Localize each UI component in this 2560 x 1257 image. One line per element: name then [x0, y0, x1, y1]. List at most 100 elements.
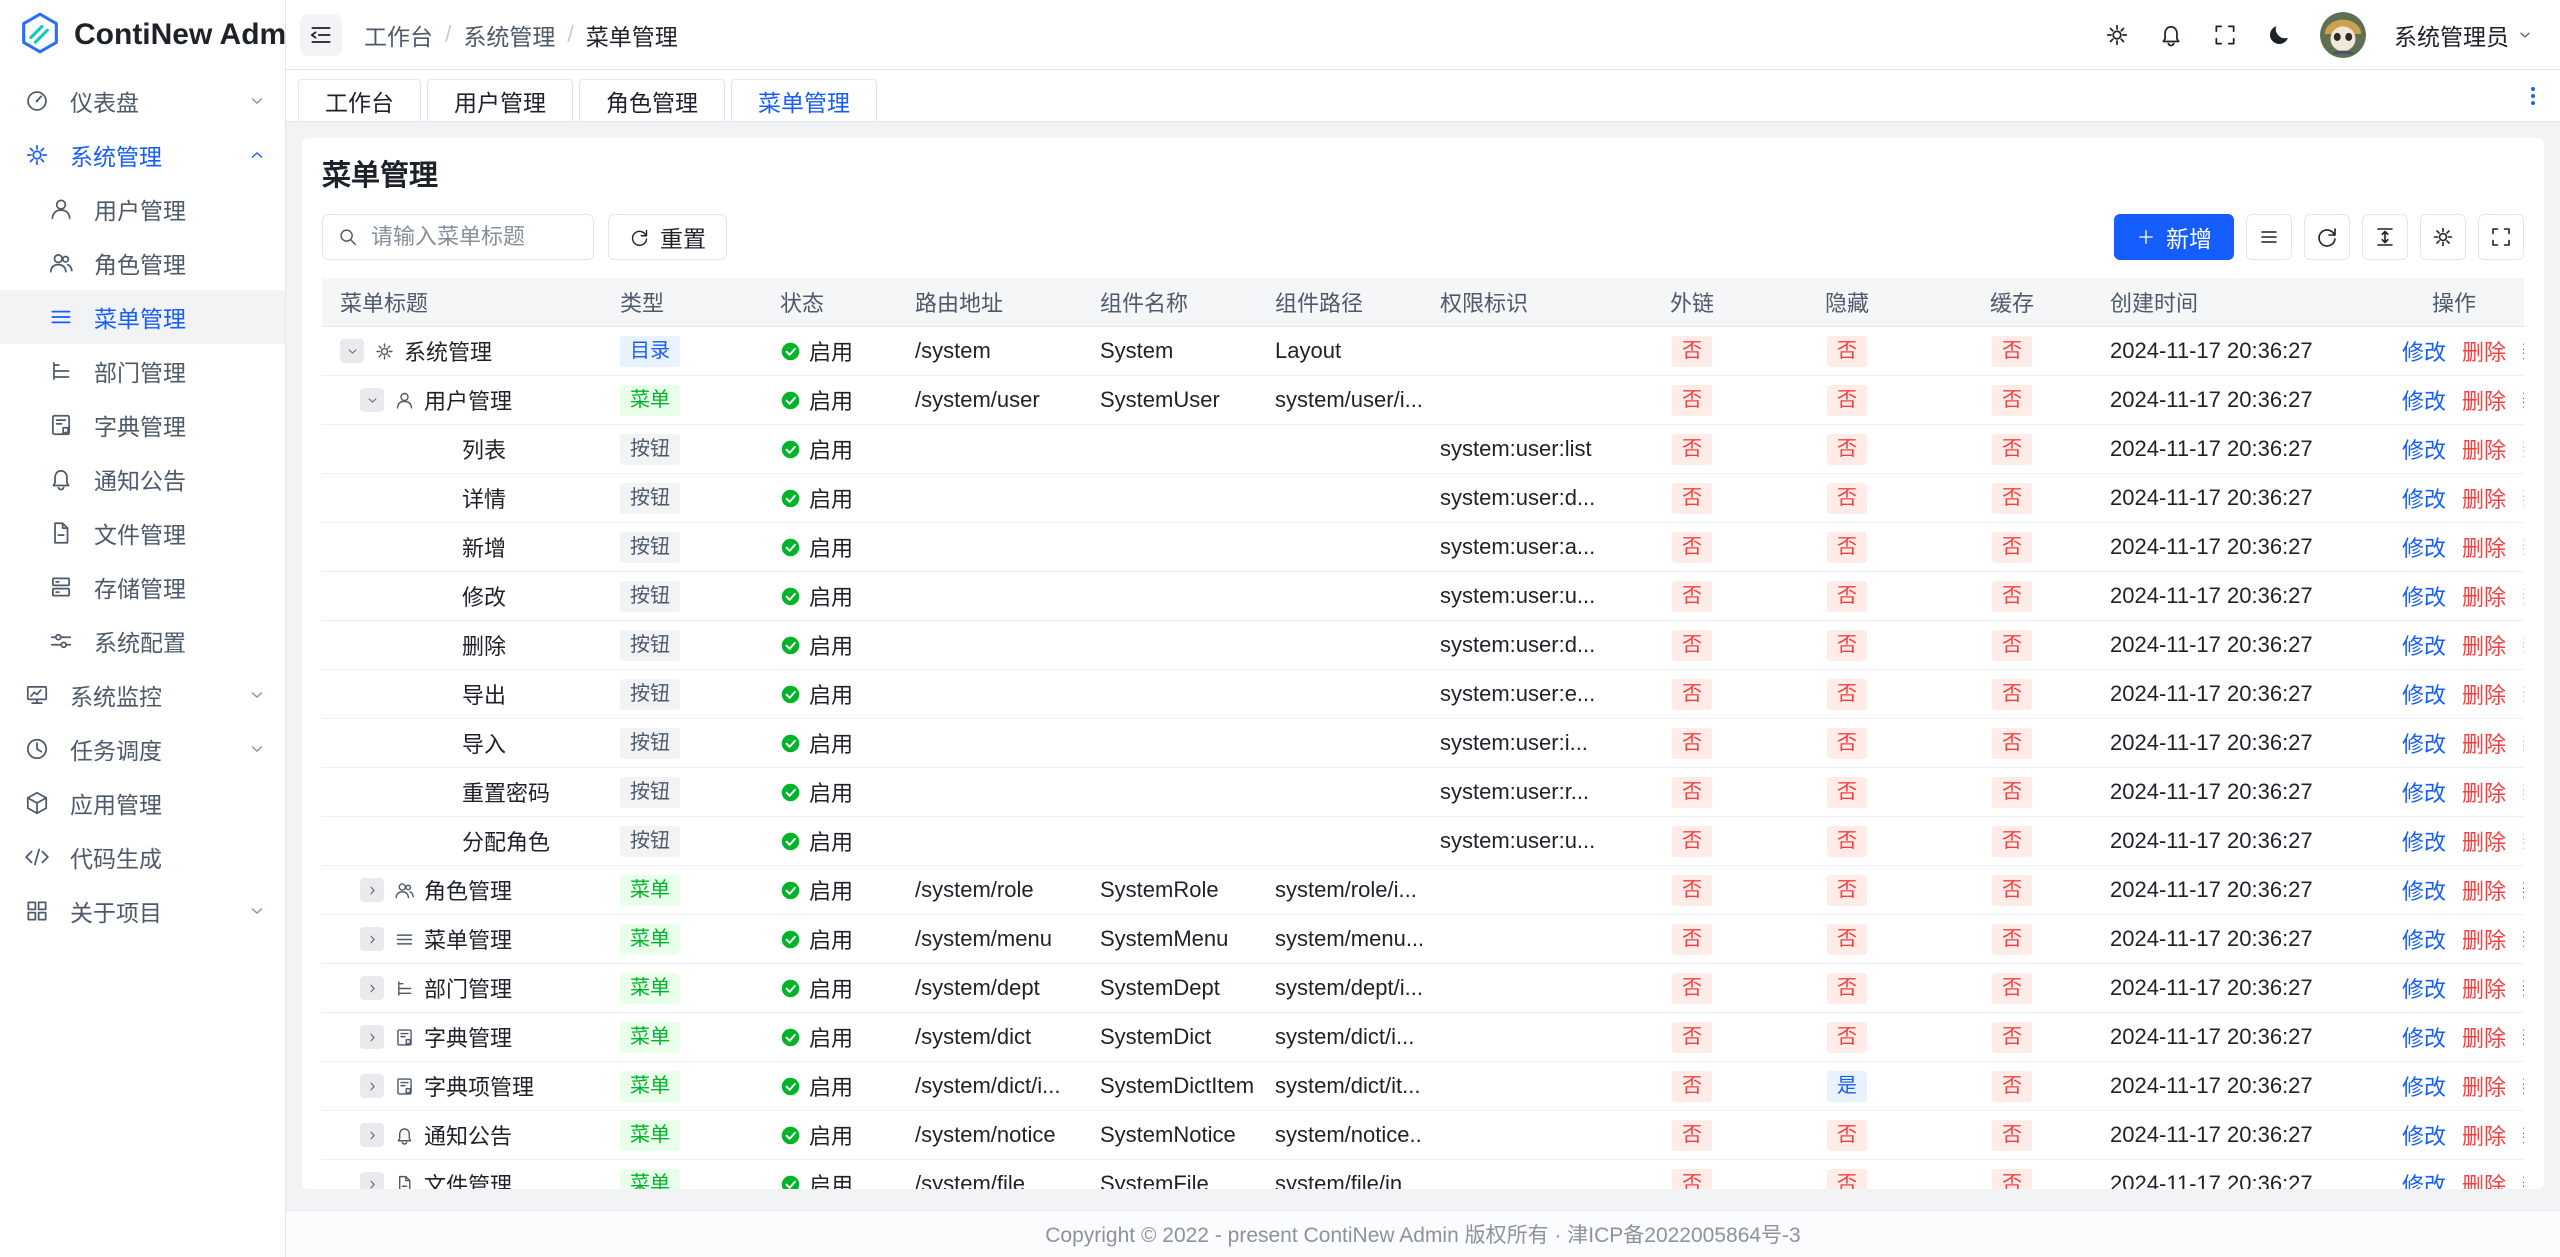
modify-link[interactable]: 修改: [2402, 972, 2446, 1004]
add-button[interactable]: 新增: [2114, 214, 2234, 260]
delete-link[interactable]: 删除: [2462, 531, 2506, 563]
sidebar-item-3[interactable]: 角色管理: [0, 236, 285, 290]
sidebar-item-13[interactable]: 应用管理: [0, 776, 285, 830]
modify-link[interactable]: 修改: [2402, 678, 2446, 710]
delete-link[interactable]: 删除: [2462, 433, 2506, 465]
main-area: 工作台/系统管理/菜单管理: [286, 0, 2560, 1257]
modify-link[interactable]: 修改: [2402, 1168, 2446, 1189]
cell-created: 2024-11-17 20:36:27: [2092, 670, 2384, 718]
delete-link[interactable]: 删除: [2462, 972, 2506, 1004]
modify-link[interactable]: 修改: [2402, 874, 2446, 906]
sidebar-item-11[interactable]: 系统监控: [0, 668, 285, 722]
sidebar-item-4[interactable]: 菜单管理: [0, 290, 285, 344]
expand-row-button[interactable]: [360, 1074, 384, 1098]
sidebar-item-8[interactable]: 文件管理: [0, 506, 285, 560]
expand-row-button[interactable]: [360, 1172, 384, 1189]
cell-status: 启用: [762, 768, 897, 816]
tab-3[interactable]: 菜单管理: [731, 79, 877, 121]
add-link[interactable]: 新增: [2522, 923, 2524, 955]
delete-link[interactable]: 删除: [2462, 580, 2506, 612]
modify-link[interactable]: 修改: [2402, 531, 2446, 563]
add-link[interactable]: 新增: [2522, 1168, 2524, 1189]
delete-link[interactable]: 删除: [2462, 776, 2506, 808]
sidebar-item-10[interactable]: 系统配置: [0, 614, 285, 668]
modify-link[interactable]: 修改: [2402, 335, 2446, 367]
expand-row-button[interactable]: [360, 1123, 384, 1147]
modify-link[interactable]: 修改: [2402, 482, 2446, 514]
table-refresh-button[interactable]: [2304, 214, 2350, 260]
modify-link[interactable]: 修改: [2402, 727, 2446, 759]
modify-link[interactable]: 修改: [2402, 1021, 2446, 1053]
sidebar-item-9[interactable]: 存储管理: [0, 560, 285, 614]
add-link[interactable]: 新增: [2522, 335, 2524, 367]
delete-link[interactable]: 删除: [2462, 825, 2506, 857]
expand-row-button[interactable]: [360, 1025, 384, 1049]
sidebar-item-6[interactable]: 字典管理: [0, 398, 285, 452]
table-fullscreen-button[interactable]: [2478, 214, 2524, 260]
tab-2[interactable]: 角色管理: [579, 79, 725, 121]
breadcrumb-item[interactable]: 菜单管理: [586, 18, 678, 52]
delete-link[interactable]: 删除: [2462, 678, 2506, 710]
chevron-down-icon: [247, 739, 267, 759]
sidebar-item-2[interactable]: 用户管理: [0, 182, 285, 236]
modify-link[interactable]: 修改: [2402, 825, 2446, 857]
expand-row-button[interactable]: [360, 927, 384, 951]
sidebar-item-14[interactable]: 代码生成: [0, 830, 285, 884]
sidebar-item-1[interactable]: 系统管理: [0, 128, 285, 182]
collapse-row-button[interactable]: [340, 339, 364, 363]
sidebar-item-12[interactable]: 任务调度: [0, 722, 285, 776]
collapse-row-button[interactable]: [360, 388, 384, 412]
search-input[interactable]: [369, 223, 579, 251]
list-view-button[interactable]: [2246, 214, 2292, 260]
modify-link[interactable]: 修改: [2402, 1070, 2446, 1102]
delete-link[interactable]: 删除: [2462, 874, 2506, 906]
modify-link[interactable]: 修改: [2402, 629, 2446, 661]
sidebar-item-0[interactable]: 仪表盘: [0, 74, 285, 128]
settings-icon[interactable]: [2104, 22, 2130, 48]
moon-icon[interactable]: [2266, 22, 2292, 48]
delete-link[interactable]: 删除: [2462, 1168, 2506, 1189]
modify-link[interactable]: 修改: [2402, 580, 2446, 612]
add-link[interactable]: 新增: [2522, 874, 2524, 906]
breadcrumb-item[interactable]: 工作台: [364, 18, 433, 52]
tab-0[interactable]: 工作台: [298, 79, 421, 121]
add-link[interactable]: 新增: [2522, 1021, 2524, 1053]
add-link[interactable]: 新增: [2522, 972, 2524, 1004]
delete-link[interactable]: 删除: [2462, 1070, 2506, 1102]
expand-row-button[interactable]: [360, 976, 384, 1000]
delete-link[interactable]: 删除: [2462, 482, 2506, 514]
column-settings-button[interactable]: [2420, 214, 2466, 260]
breadcrumb-item[interactable]: 系统管理: [463, 18, 555, 52]
reset-button[interactable]: 重置: [608, 214, 727, 260]
delete-link[interactable]: 删除: [2462, 335, 2506, 367]
expand-row-button[interactable]: [360, 878, 384, 902]
tab-1[interactable]: 用户管理: [427, 79, 573, 121]
logo[interactable]: ContiNew Admin: [0, 0, 285, 70]
modify-link[interactable]: 修改: [2402, 776, 2446, 808]
modify-link[interactable]: 修改: [2402, 433, 2446, 465]
created-text: 2024-11-17 20:36:27: [2110, 926, 2313, 952]
sidebar-item-15[interactable]: 关于项目: [0, 884, 285, 938]
add-link[interactable]: 新增: [2522, 1070, 2524, 1102]
delete-link[interactable]: 删除: [2462, 629, 2506, 661]
fullscreen-icon[interactable]: [2212, 22, 2238, 48]
sidebar-item-5[interactable]: 部门管理: [0, 344, 285, 398]
user-menu[interactable]: 系统管理员: [2394, 18, 2534, 52]
avatar[interactable]: [2320, 12, 2366, 58]
row-height-button[interactable]: [2362, 214, 2408, 260]
add-link[interactable]: 新增: [2522, 1119, 2524, 1151]
delete-link[interactable]: 删除: [2462, 384, 2506, 416]
add-link[interactable]: 新增: [2522, 384, 2524, 416]
cell-menu-title: 字典管理: [322, 1013, 602, 1061]
modify-link[interactable]: 修改: [2402, 384, 2446, 416]
modify-link[interactable]: 修改: [2402, 1119, 2446, 1151]
delete-link[interactable]: 删除: [2462, 1021, 2506, 1053]
tab-more-button[interactable]: [2520, 83, 2546, 109]
bell-icon[interactable]: [2158, 22, 2184, 48]
delete-link[interactable]: 删除: [2462, 1119, 2506, 1151]
delete-link[interactable]: 删除: [2462, 727, 2506, 759]
modify-link[interactable]: 修改: [2402, 923, 2446, 955]
sidebar-item-7[interactable]: 通知公告: [0, 452, 285, 506]
delete-link[interactable]: 删除: [2462, 923, 2506, 955]
sidebar-collapse-button[interactable]: [300, 14, 342, 56]
